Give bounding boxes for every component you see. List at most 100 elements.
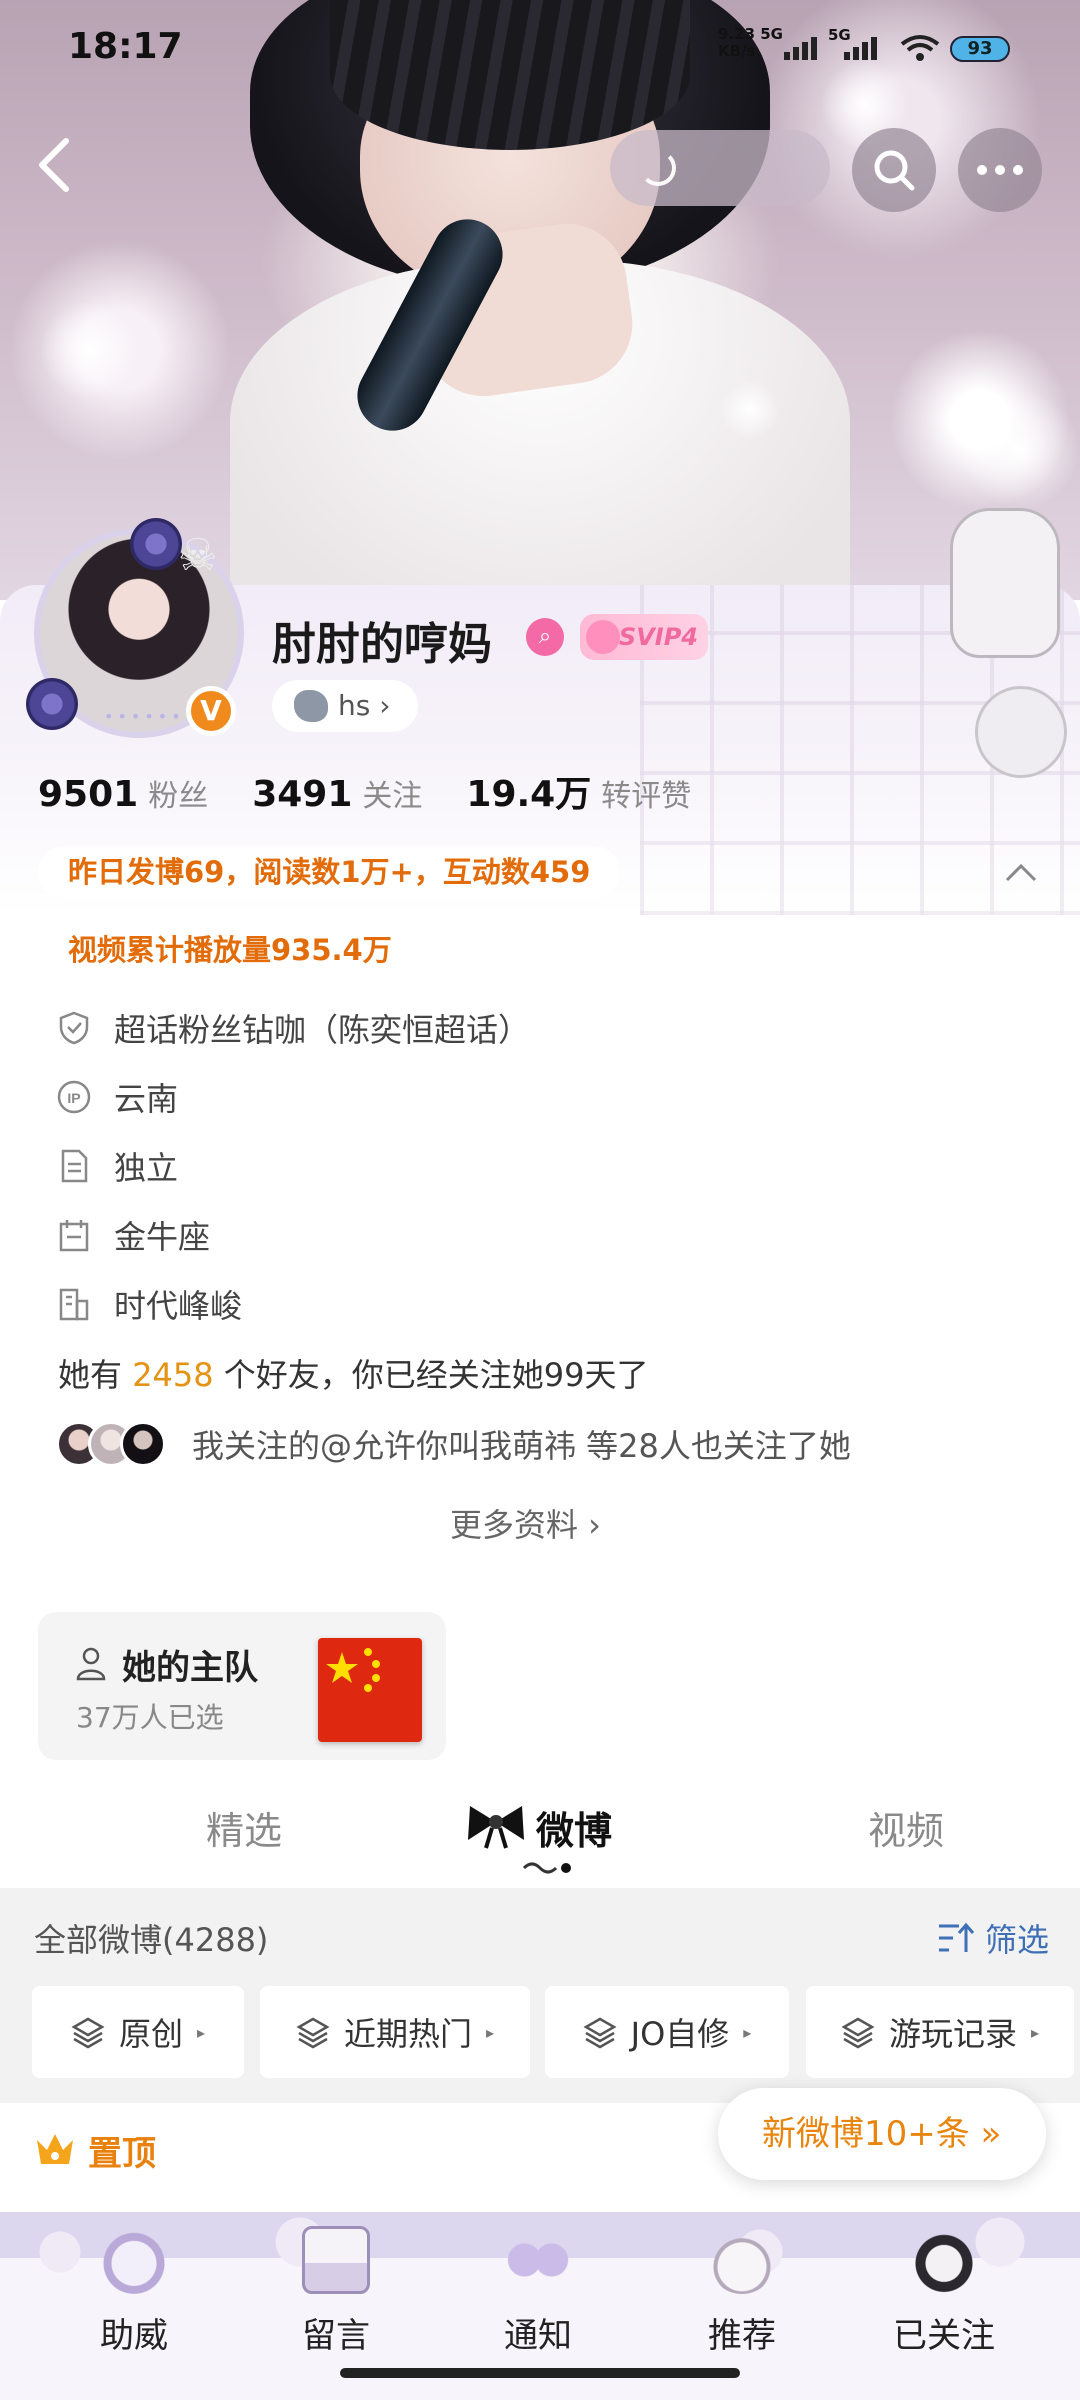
cheer-bag-icon <box>100 2226 168 2294</box>
china-flag-icon <box>318 1638 422 1742</box>
nav-message[interactable]: 留言 <box>266 2220 406 2370</box>
home-team-subtitle: 37万人已选 <box>76 1701 224 1734</box>
new-posts-button[interactable]: 新微博10+条 » <box>718 2088 1046 2180</box>
profile-tag-label: hs <box>338 689 371 722</box>
layers-icon <box>841 2017 875 2049</box>
chip-original[interactable]: 原创 ▸ <box>32 1986 244 2078</box>
filter-button[interactable]: 筛选 <box>935 1915 1049 1961</box>
chip-label: 游玩记录 <box>888 2015 1017 2053</box>
back-arrow-icon[interactable] <box>30 135 80 195</box>
layers-icon <box>296 2017 330 2049</box>
info-row-status: 独立 <box>56 1141 178 1191</box>
nav-cheer[interactable]: 助威 <box>64 2220 204 2370</box>
chip-label: 近期热门 <box>343 2015 472 2053</box>
chip-label: JO自修 <box>630 2015 730 2053</box>
nav-followed[interactable]: 已关注 <box>874 2220 1014 2370</box>
svg-text:IP: IP <box>67 1090 80 1106</box>
info-text: 时代峰峻 <box>114 1287 243 1325</box>
info-row-zodiac: 金牛座 <box>56 1210 210 1260</box>
calendar-icon <box>59 1220 89 1252</box>
chevron-up-icon[interactable] <box>1003 860 1039 884</box>
search-button[interactable] <box>852 128 936 212</box>
filter-label: 筛选 <box>985 1921 1050 1959</box>
bow-decoration-icon <box>468 1806 524 1849</box>
more-options-button[interactable] <box>958 128 1042 212</box>
rose-decoration-icon <box>130 518 182 570</box>
interactions-count[interactable]: 19.4万 <box>466 765 591 817</box>
mutual-follows[interactable]: 我关注的@允许你叫我萌祎 等28人也关注了她 <box>56 1420 851 1468</box>
ip-location-icon: IP <box>57 1080 91 1114</box>
notification-bow-icon <box>504 2226 572 2294</box>
info-text: 独立 <box>114 1149 179 1187</box>
nav-notify[interactable]: 通知 <box>468 2220 608 2370</box>
status-time: 18:17 <box>68 26 183 67</box>
svip-label: SVIP4 <box>618 623 698 651</box>
interactions-label[interactable]: 转评赞 <box>601 771 691 815</box>
document-icon <box>61 1149 88 1183</box>
home-indicator[interactable] <box>340 2368 740 2378</box>
wifi-icon <box>900 35 940 61</box>
following-label[interactable]: 关注 <box>362 771 422 815</box>
tab-weibo[interactable]: 微博 <box>536 1800 612 1855</box>
avatar <box>120 1421 166 1467</box>
search-icon <box>874 150 915 191</box>
video-plays-pill[interactable]: 视频累计播放量935.4万 <box>38 924 422 976</box>
profile-stats: 9501 粉丝 3491 关注 19.4万 转评赞 <box>38 765 735 815</box>
recommend-bunny-icon <box>708 2226 776 2294</box>
profile-cover-photo <box>0 0 1080 600</box>
chip-label: 原创 <box>118 2015 183 2053</box>
network-speed-unit: KB/s <box>718 42 756 60</box>
chip-play-records[interactable]: 游玩记录 ▸ <box>806 1986 1074 2078</box>
svip-pig-icon <box>586 620 620 654</box>
profile-name: 肘肘的哼妈 <box>272 619 492 670</box>
svip-badge[interactable]: SVIP4 <box>580 614 708 660</box>
tab-active-indicator-icon <box>522 1862 571 1874</box>
friends-count: 2458 <box>132 1356 214 1394</box>
more-dots-icon <box>977 165 1023 175</box>
loading-spinner-icon <box>640 150 676 186</box>
all-posts-count: 全部微博(4288) <box>34 1921 269 1959</box>
followers-label[interactable]: 粉丝 <box>148 771 208 815</box>
caret-right-icon: ▸ <box>743 2022 752 2042</box>
tag-avatar-icon <box>294 690 328 722</box>
tab-video[interactable]: 视频 <box>868 1800 944 1855</box>
yesterday-stats-pill[interactable]: 昨日发博69，阅读数1万+，互动数459 <box>38 846 621 898</box>
followers-count[interactable]: 9501 <box>38 774 138 815</box>
avatar-dots-decoration: •••••• <box>104 707 185 726</box>
info-row-company[interactable]: 时代峰峻 <box>56 1279 242 1329</box>
bunny-decoration-icon <box>950 508 1060 658</box>
signal-icon <box>784 37 817 60</box>
filter-sort-icon <box>939 1922 975 1952</box>
tab-featured[interactable]: 精选 <box>206 1800 282 1855</box>
caret-right-icon: ▸ <box>485 2022 495 2042</box>
followed-cat-icon <box>910 2226 978 2294</box>
friends-suffix: 个好友，你已经关注她99天了 <box>223 1356 649 1394</box>
nav-recommend[interactable]: 推荐 <box>672 2220 812 2370</box>
mutual-follows-text: 我关注的@允许你叫我萌祎 等28人也关注了她 <box>192 1427 851 1465</box>
battery-icon: 93 <box>950 36 1010 62</box>
super-topic-shield-icon <box>59 1011 89 1045</box>
home-team-card[interactable]: 她的主队 37万人已选 <box>38 1612 446 1760</box>
nav-recommend-label: 推荐 <box>708 2316 776 2356</box>
status-bar: 18:17 9.23 5G KB/s 5G 93 <box>0 0 1080 90</box>
network-speed-value: 9.23 5G <box>718 25 783 43</box>
network-speed: 9.23 5G KB/s <box>718 26 783 60</box>
crown-icon <box>37 2134 73 2164</box>
cover-sparkle <box>720 380 780 440</box>
info-text: 金牛座 <box>114 1218 211 1256</box>
building-icon <box>59 1288 89 1321</box>
following-count[interactable]: 3491 <box>252 774 352 815</box>
layers-icon <box>71 2017 105 2049</box>
layers-icon <box>583 2017 617 2049</box>
pinned-label: 置顶 <box>88 2134 156 2174</box>
chip-recent-hot[interactable]: 近期热门 ▸ <box>260 1986 530 2078</box>
more-info-link[interactable]: 更多资料 › <box>450 1500 601 1546</box>
home-team-title: 她的主队 <box>122 1648 258 1688</box>
signal-2-icon <box>844 37 877 60</box>
info-text: 超话粉丝钻咖（陈奕恒超话） <box>114 1011 531 1049</box>
profile-tag-button[interactable]: hs › <box>272 680 418 732</box>
friends-line[interactable]: 她有 2458 个好友，你已经关注她99天了 <box>58 1350 649 1396</box>
chip-jo-study[interactable]: JO自修 ▸ <box>545 1986 789 2078</box>
info-row-super-topic[interactable]: 超话粉丝钻咖（陈奕恒超话） <box>56 1003 530 1053</box>
super-topic-badge-icon[interactable]: ⌕ <box>526 618 564 656</box>
